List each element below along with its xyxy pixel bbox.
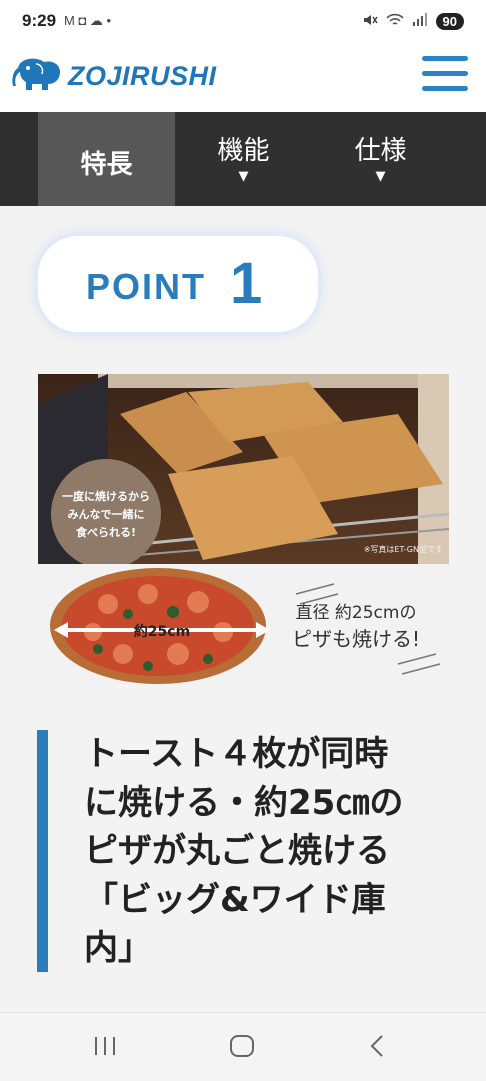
- point-badge: POINT 1: [38, 236, 318, 332]
- toast-bubble-line-3: 食べられる!: [76, 525, 136, 539]
- headline-line: 「ビッグ&ワイド庫: [84, 879, 386, 920]
- elephant-logo-icon: [12, 54, 64, 98]
- battery-indicator: 90: [435, 12, 464, 30]
- wifi-icon: [385, 13, 404, 30]
- toast-bubble-line-1: 一度に焼けるから: [62, 489, 150, 503]
- brand-logo[interactable]: ZOJIRUSHI: [12, 54, 217, 98]
- headline-line: トースト４枚が同時: [84, 734, 389, 774]
- headline-line: ピザが丸ごと焼ける: [84, 831, 390, 871]
- point-number: 1: [230, 251, 263, 316]
- headline-accent-bar: [37, 730, 48, 972]
- status-bar: 9:29 M ◘ ☁ • 90: [0, 0, 486, 42]
- system-navigation-bar: [0, 1012, 486, 1081]
- mute-icon: [362, 12, 378, 31]
- pizza-size-label: 約25cm: [134, 623, 190, 640]
- tab-functions[interactable]: 機能 ▼: [175, 112, 312, 206]
- back-icon: [370, 1035, 383, 1057]
- menu-button[interactable]: [422, 54, 468, 94]
- home-icon: [230, 1035, 254, 1057]
- pizza-caption-line-1: 直径 約25cmの: [296, 603, 417, 623]
- tab-label: 仕様: [354, 136, 407, 166]
- signal-icon: [412, 12, 428, 30]
- back-button[interactable]: [364, 1031, 390, 1065]
- recent-apps-icon: [95, 1037, 115, 1055]
- headline-line: 内」: [84, 928, 152, 968]
- status-time: 9:29: [22, 11, 57, 30]
- menu-icon: [422, 56, 468, 61]
- headline-line: に焼ける・約25㎝の: [84, 782, 404, 823]
- chevron-down-icon: ▼: [375, 169, 386, 184]
- feature-headline: トースト４枚が同時 に焼ける・約25㎝の ピザが丸ごと焼ける 「ビッグ&ワイド庫…: [84, 730, 440, 973]
- product-image: 一度に焼けるから みんなで一緒に 食べられる! ※写真はET-GN型です 約25…: [38, 374, 449, 686]
- site-header: ZOJIRUSHI: [0, 42, 486, 112]
- tab-specs[interactable]: 仕様 ▼: [312, 112, 449, 206]
- recent-apps-button[interactable]: [92, 1031, 118, 1065]
- home-button[interactable]: [228, 1031, 256, 1065]
- brand-wordmark: ZOJIRUSHI: [68, 60, 217, 91]
- tab-label: 機能: [217, 136, 270, 166]
- pizza-caption-line-2: ピザも焼ける!: [292, 627, 420, 651]
- toast-note: ※写真はET-GN型です: [364, 544, 443, 554]
- tab-features[interactable]: 特長: [38, 112, 175, 206]
- toast-bubble-line-2: みんなで一緒に: [68, 507, 145, 521]
- point-label: POINT: [86, 266, 207, 307]
- tab-label: 特長: [80, 150, 133, 180]
- category-nav: 特長 機能 ▼ 仕様 ▼: [0, 112, 486, 206]
- notification-icons: M ◘ ☁ •: [64, 13, 112, 28]
- chevron-down-icon: ▼: [238, 169, 249, 184]
